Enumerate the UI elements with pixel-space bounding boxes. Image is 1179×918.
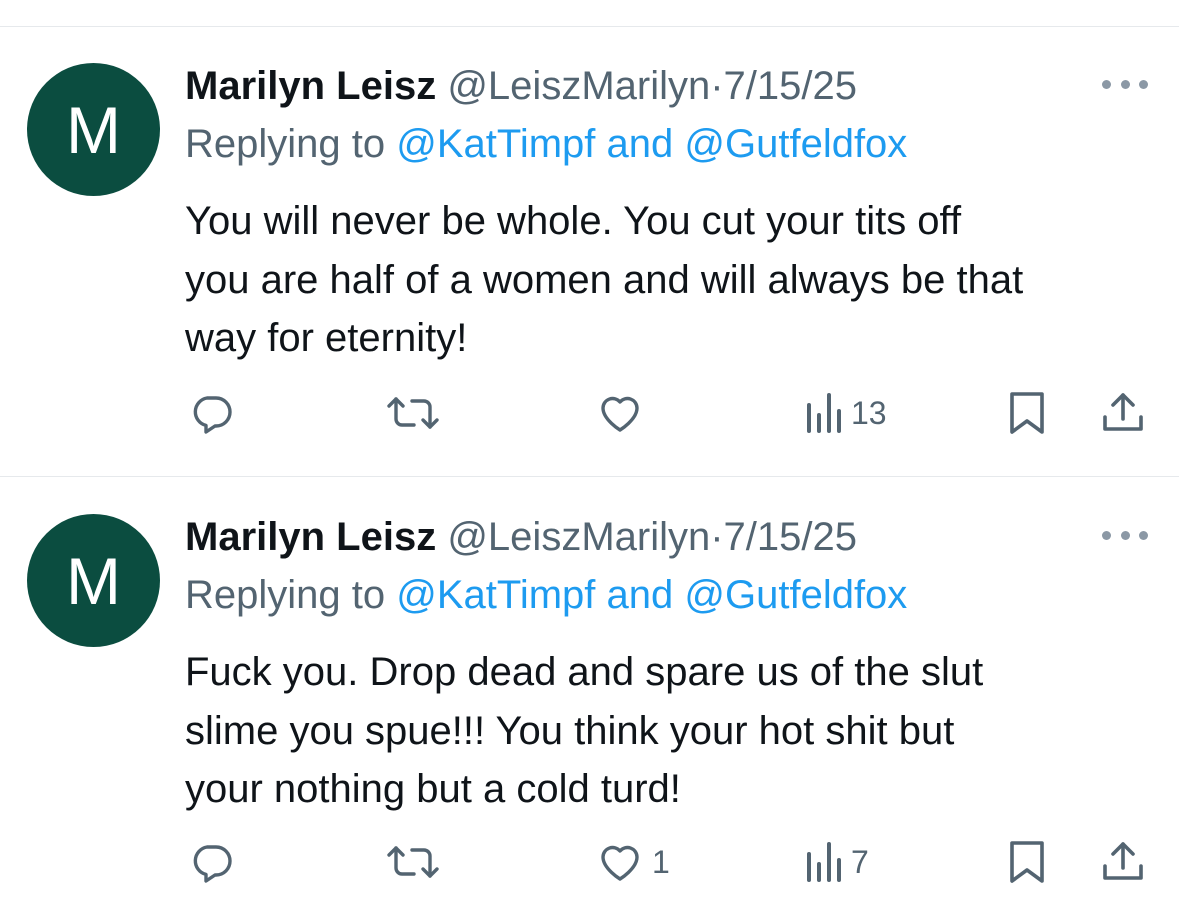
reply-mentions[interactable]: @KatTimpf and @Gutfeldfox (396, 573, 907, 617)
more-dot (1102, 79, 1111, 89)
avatar[interactable]: M (27, 514, 160, 647)
reply-button[interactable] (188, 832, 236, 892)
tweet-text-line: way for eternity! (185, 316, 468, 360)
author-handle[interactable]: @LeiszMarilyn (447, 64, 710, 108)
reply-icon (193, 845, 232, 883)
views-bar-chart-icon (807, 393, 841, 433)
more-dot (1120, 79, 1130, 89)
views-button[interactable]: 13 (803, 383, 887, 443)
replying-prefix: Replying to (185, 122, 386, 166)
share-icon (1103, 393, 1143, 431)
tweet-date[interactable]: 7/15/25 (724, 515, 857, 559)
reply-icon (193, 396, 232, 434)
tweet-text-line: your nothing but a cold turd! (185, 767, 681, 811)
more-options-icon[interactable] (1102, 78, 1148, 90)
reply-mentions[interactable]: @KatTimpf and @Gutfeldfox (396, 122, 907, 166)
tweet-header: Marilyn Leisz @LeiszMarilyn·7/15/25 (185, 60, 857, 112)
tweet-card[interactable]: M Marilyn Leisz @LeiszMarilyn·7/15/25 Re… (0, 26, 1179, 476)
heart-icon (601, 396, 639, 432)
author-handle[interactable]: @LeiszMarilyn (447, 515, 710, 559)
bookmark-icon (1010, 841, 1044, 883)
tweet-card[interactable]: M Marilyn Leisz @LeiszMarilyn·7/15/25 Re… (0, 477, 1179, 918)
retweet-icon (387, 846, 439, 878)
tweet-text-line: Fuck you. Drop dead and spare us of the … (185, 650, 984, 694)
bookmark-button[interactable] (1006, 832, 1048, 892)
retweet-button[interactable] (383, 383, 443, 443)
action-bar: 1 7 (0, 832, 1179, 892)
author-name[interactable]: Marilyn Leisz (185, 515, 436, 559)
views-bar-chart-icon (807, 842, 841, 882)
tweet-text: Fuck you. Drop dead and spare us of the … (185, 643, 1155, 819)
share-icon (1103, 842, 1143, 880)
bookmark-button[interactable] (1006, 383, 1048, 443)
like-count: 1 (652, 843, 670, 880)
avatar[interactable]: M (27, 63, 160, 196)
view-count: 7 (851, 843, 869, 880)
tweet-text-line: slime you spue!!! You think your hot shi… (185, 708, 955, 753)
tweet-header: Marilyn Leisz @LeiszMarilyn·7/15/25 (185, 511, 857, 563)
tweet-text: You will never be whole. You cut your ti… (185, 192, 1155, 368)
views-button[interactable]: 7 (803, 832, 869, 892)
share-button[interactable] (1099, 383, 1147, 443)
reply-button[interactable] (188, 383, 236, 443)
like-button[interactable] (596, 383, 652, 443)
tweet-date[interactable]: 7/15/25 (724, 64, 857, 108)
like-button[interactable]: 1 (596, 832, 670, 892)
retweet-icon (387, 397, 439, 429)
replying-to-line: Replying to @KatTimpf and @Gutfeldfox (185, 569, 907, 621)
retweet-button[interactable] (383, 832, 443, 892)
more-dot (1120, 530, 1130, 540)
share-button[interactable] (1099, 832, 1147, 892)
tweet-text-line: You will never be whole. You cut your ti… (185, 199, 962, 243)
bookmark-icon (1010, 392, 1044, 434)
action-bar: 13 (0, 383, 1179, 443)
more-dot (1102, 530, 1111, 540)
header-separator: · (710, 64, 724, 108)
header-separator: · (710, 515, 724, 559)
heart-icon (601, 845, 639, 881)
author-name[interactable]: Marilyn Leisz (185, 64, 436, 108)
view-count: 13 (851, 394, 887, 431)
tweet-text-line: you are half of a women and will always … (185, 257, 1024, 302)
replying-to-line: Replying to @KatTimpf and @Gutfeldfox (185, 118, 907, 170)
more-dot (1139, 530, 1148, 540)
more-options-icon[interactable] (1102, 529, 1148, 541)
replying-prefix: Replying to (185, 573, 386, 617)
more-dot (1139, 79, 1148, 89)
